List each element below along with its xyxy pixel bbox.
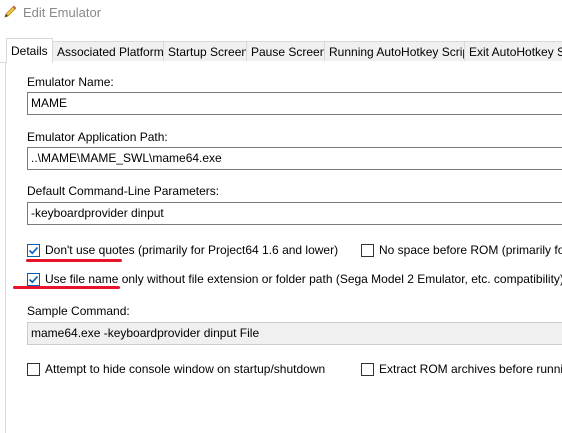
tab-pause-screen[interactable]: Pause Screen <box>246 41 332 61</box>
emulator-name-label: Emulator Name: <box>27 75 114 89</box>
hide-console-option[interactable]: Attempt to hide console window on startu… <box>27 362 325 376</box>
no-space-before-rom-option[interactable]: No space before ROM (primarily for nu <box>361 243 562 257</box>
extract-rom-option[interactable]: Extract ROM archives before running <box>361 362 562 376</box>
window-title: Edit Emulator <box>23 5 102 20</box>
app-path-label: Emulator Application Path: <box>27 130 168 144</box>
cmd-params-input[interactable]: -keyboardprovider dinput <box>27 202 562 225</box>
hide-console-label: Attempt to hide console window on startu… <box>45 362 326 376</box>
tab-startup-screen[interactable]: Startup Screen <box>163 41 254 61</box>
sample-command-label: Sample Command: <box>27 304 130 318</box>
tab-strip: Details Associated Platforms Startup Scr… <box>0 38 562 63</box>
red-annotation-underline <box>26 259 122 262</box>
cmd-params-label: Default Command-Line Parameters: <box>27 184 220 198</box>
pencil-icon <box>2 4 18 20</box>
use-file-name-only-option[interactable]: Use file name only without file extensio… <box>27 272 562 286</box>
tab-running-autohotkey-script[interactable]: Running AutoHotkey Script <box>324 41 478 61</box>
extract-rom-label: Extract ROM archives before running <box>379 362 562 376</box>
tab-associated-platforms[interactable]: Associated Platforms <box>52 41 175 61</box>
dont-use-quotes-checkbox[interactable] <box>27 243 40 257</box>
red-annotation-underline <box>13 286 120 289</box>
title-bar: Edit Emulator <box>0 0 562 28</box>
extract-rom-checkbox[interactable] <box>361 362 374 376</box>
app-path-input[interactable]: ..\MAME\MAME_SWL\mame64.exe <box>27 147 562 170</box>
no-space-before-rom-label: No space before ROM (primarily for nu <box>379 243 562 257</box>
sample-command-field: mame64.exe -keyboardprovider dinput File <box>27 322 562 345</box>
use-file-name-only-label: Use file name only without file extensio… <box>45 272 562 286</box>
dont-use-quotes-option[interactable]: Don't use quotes (primarily for Project6… <box>27 243 338 257</box>
hide-console-checkbox[interactable] <box>27 362 40 376</box>
tab-exit-autohotkey-script[interactable]: Exit AutoHotkey Sc <box>464 41 562 61</box>
use-file-name-only-checkbox[interactable] <box>27 272 40 286</box>
emulator-name-input[interactable]: MAME <box>27 92 562 115</box>
dont-use-quotes-label: Don't use quotes (primarily for Project6… <box>45 243 339 257</box>
no-space-before-rom-checkbox[interactable] <box>361 243 374 257</box>
tab-details[interactable]: Details <box>6 38 53 63</box>
